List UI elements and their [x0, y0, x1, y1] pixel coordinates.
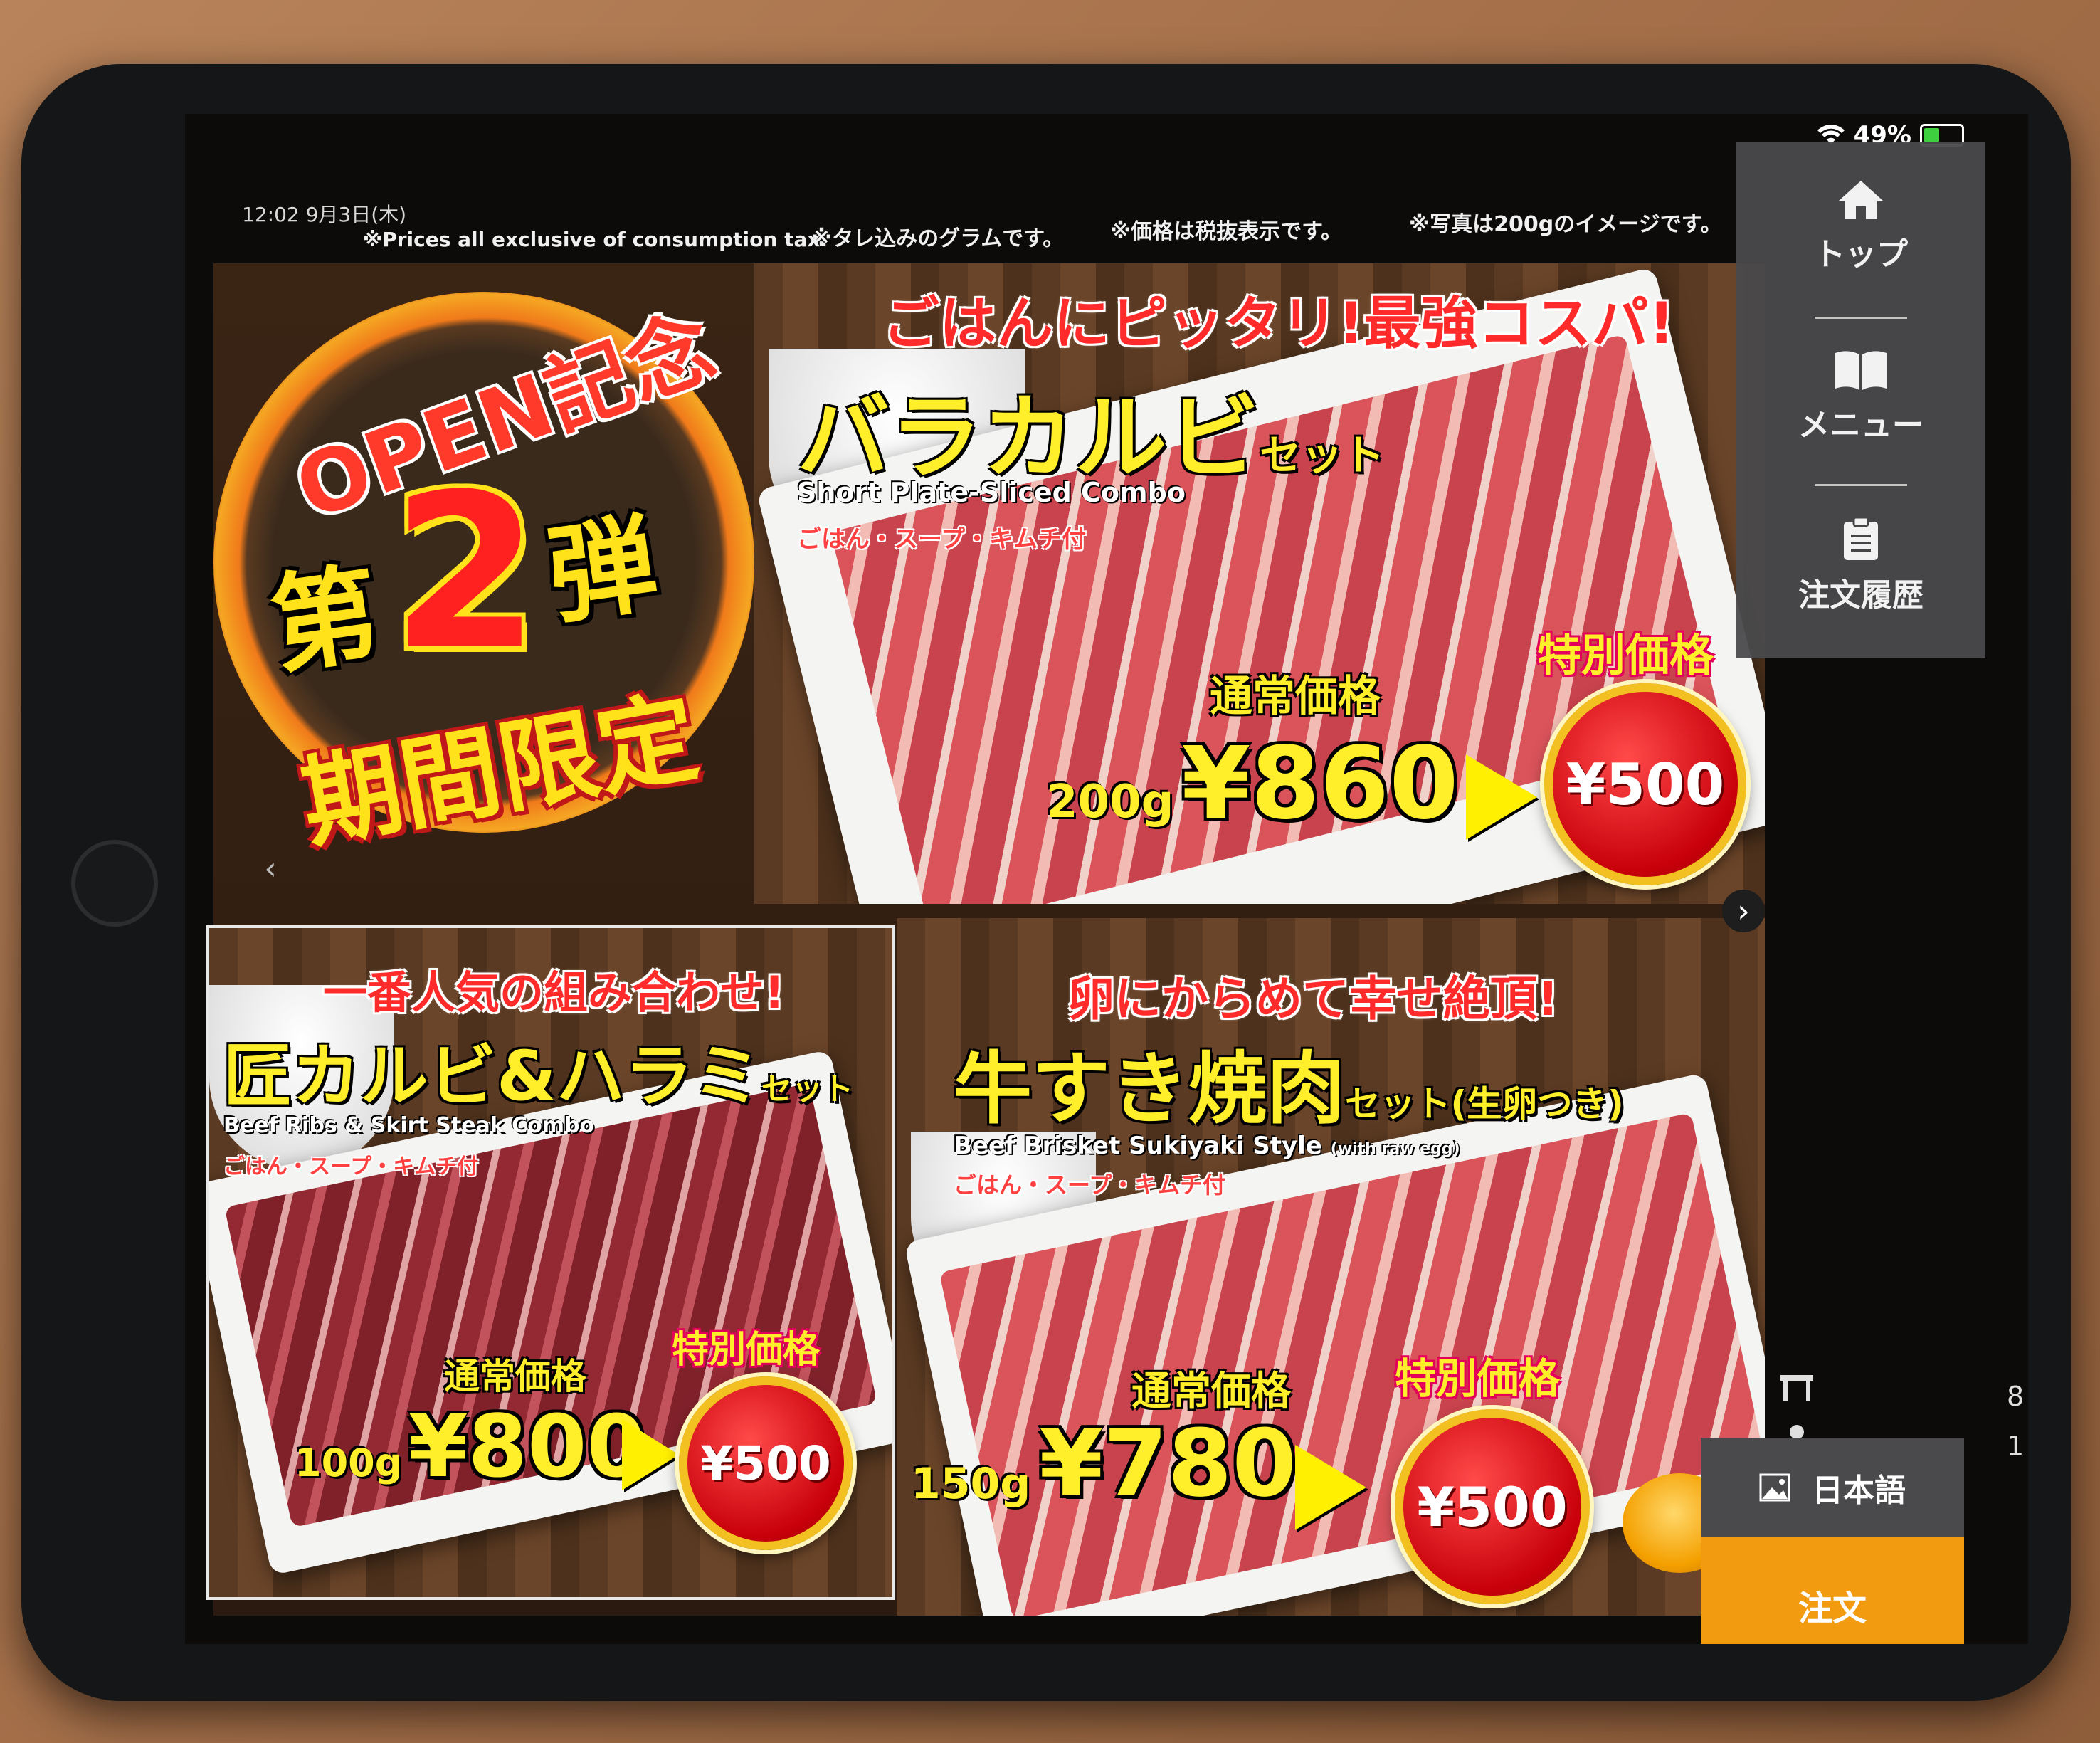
regular-price-label: 通常価格 — [1131, 1369, 1291, 1415]
item-tagline: 一番人気の組み合わせ! — [323, 967, 785, 1018]
item-set-suffix: セット — [761, 1072, 854, 1107]
sidebar-item-menu[interactable]: メニュー — [1736, 349, 1985, 445]
item-sides: ごはん・スープ・キムチ付 — [797, 525, 1086, 554]
guest-count: 1 — [2007, 1431, 2025, 1462]
item-card-takumi-karubi-harami[interactable]: 一番人気の組み合わせ! 匠カルビ&ハラミセット Beef Ribs & Skir… — [206, 925, 895, 1600]
sidebar-item-label: メニュー — [1798, 407, 1924, 443]
item-english-note: (with raw egg) — [1330, 1140, 1460, 1158]
arrow-icon — [622, 1419, 679, 1490]
item-sides: ごはん・スープ・キムチ付 — [954, 1171, 1226, 1199]
table-icon — [1780, 1375, 1813, 1401]
item-name: 匠カルビ&ハラミセット — [223, 1021, 853, 1120]
item-english-name: Beef Brisket Sukiyaki Style (with raw eg… — [954, 1132, 1460, 1160]
regular-price: ¥860 — [1181, 726, 1459, 842]
regular-price-label: 通常価格 — [444, 1356, 586, 1397]
regular-price: ¥800 — [408, 1398, 646, 1497]
sidebar-divider — [1815, 484, 1907, 486]
item-english-name: Short Plate-Sliced Combo — [797, 477, 1186, 508]
sidebar-item-label: 注文履歴 — [1798, 577, 1924, 614]
badge-number: 2 — [391, 448, 540, 697]
regular-price-label: 通常価格 — [1210, 672, 1381, 722]
note-sauce: ※タレ込みのグラムです。 — [811, 226, 1065, 251]
special-price-badge: ¥500 — [1395, 1409, 1590, 1604]
item-set-suffix: セット(生卵つき) — [1345, 1083, 1624, 1125]
language-label: 日本語 — [1812, 1473, 1906, 1509]
clipboard-icon — [1844, 516, 1878, 560]
badge-dan: 弾 — [541, 502, 665, 640]
promo-banner[interactable]: OPEN記念 第 2 弾 期間限定 ごはんにピッタリ!最強コスパ! バラカルビセ… — [206, 263, 1765, 1616]
sidebar-item-top[interactable]: トップ — [1736, 178, 1985, 274]
note-photo: ※写真は200gのイメージです。 — [1409, 212, 1722, 237]
home-hardware-button[interactable] — [71, 840, 158, 927]
table-number: 8 — [2007, 1381, 2025, 1412]
sidebar-item-label: トップ — [1814, 236, 1908, 273]
item-sides: ごはん・スープ・キムチ付 — [223, 1154, 479, 1179]
item-english-name: Beef Ribs & Skirt Steak Combo — [223, 1113, 595, 1138]
prev-banner-button[interactable]: ‹ — [249, 847, 292, 890]
sidebar-divider — [1815, 317, 1907, 319]
regular-price: ¥780 — [1039, 1409, 1297, 1517]
note-price-tax: ※価格は税抜表示です。 — [1110, 219, 1343, 244]
special-price-label: 特別価格 — [1395, 1354, 1561, 1403]
item-card-gyusuki-yakiniku[interactable]: 卵にからめて幸せ絶頂! 牛すき焼肉セット(生卵つき) Beef Brisket … — [897, 918, 1765, 1616]
special-price-badge: ¥500 — [679, 1376, 853, 1550]
item-tagline: ごはんにピッタリ!最強コスパ! — [882, 290, 1674, 357]
image-icon — [1759, 1473, 1790, 1502]
item-weight: 150g — [911, 1459, 1031, 1509]
badge-dai: 第 — [263, 552, 387, 690]
book-icon — [1835, 351, 1887, 390]
item-name-text: 匠カルビ&ハラミ — [223, 1036, 761, 1116]
arrow-icon — [1295, 1445, 1366, 1530]
order-button[interactable]: 注文 — [1701, 1537, 1964, 1644]
item-name-text: 牛すき焼肉 — [954, 1043, 1345, 1134]
item-english-text: Beef Brisket Sukiyaki Style — [954, 1132, 1322, 1160]
item-weight: 200g — [1046, 776, 1174, 828]
arrow-icon — [1466, 754, 1537, 840]
next-banner-button[interactable]: › — [1722, 890, 1765, 932]
sidebar-item-order-history[interactable]: 注文履歴 — [1736, 516, 1985, 615]
special-price-label: 特別価格 — [1537, 629, 1714, 681]
special-price-badge: ¥500 — [1544, 683, 1746, 885]
note-tax: ※Prices all exclusive of consumption tax… — [363, 228, 828, 251]
special-price-label: 特別価格 — [672, 1329, 821, 1371]
item-name: 牛すき焼肉セット(生卵つき) — [954, 1025, 1624, 1139]
sidebar-nav: トップ メニュー 注文履歴 — [1736, 142, 1985, 658]
item-weight: 100g — [295, 1441, 403, 1485]
item-tagline: 卵にからめて幸せ絶頂! — [1067, 971, 1559, 1026]
language-button[interactable]: 日本語 — [1701, 1438, 1964, 1537]
notes-bar: ※Prices all exclusive of consumption tax… — [185, 206, 1793, 256]
item-name-text: バラカルビ — [797, 384, 1260, 492]
item-set-suffix: セット — [1260, 431, 1385, 480]
tablet-frame: 12:02 9月3日(木) 49% ※Prices all exclusive … — [21, 64, 2071, 1701]
home-icon — [1839, 181, 1883, 219]
item-card-bara-karubi[interactable]: ごはんにピッタリ!最強コスパ! バラカルビセット Short Plate-Sli… — [754, 263, 1765, 904]
screen: 12:02 9月3日(木) 49% ※Prices all exclusive … — [185, 114, 2028, 1644]
